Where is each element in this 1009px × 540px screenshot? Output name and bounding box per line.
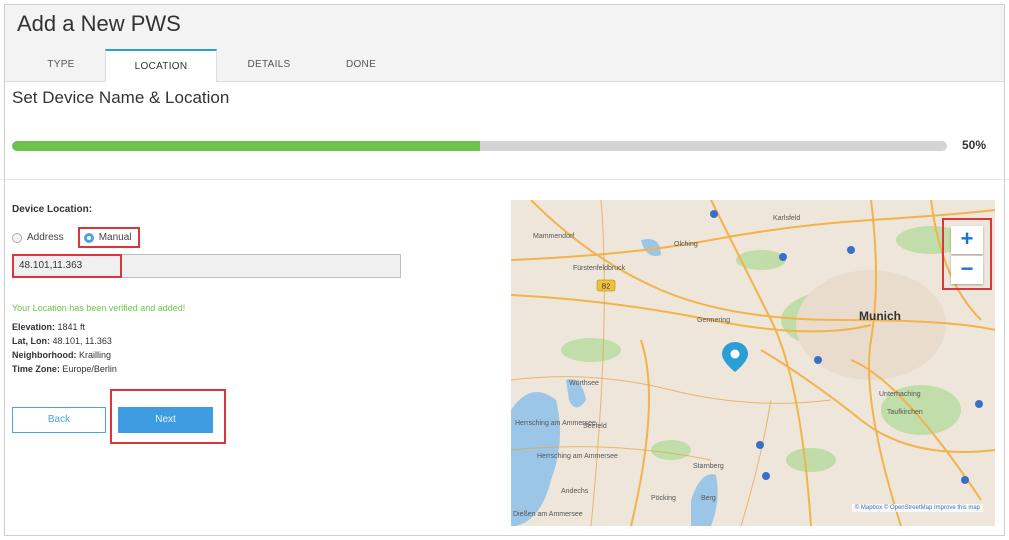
timezone-row: Time Zone: Europe/Berlin <box>12 362 117 376</box>
page-title: Add a New PWS <box>17 11 181 36</box>
map-label-starnberg: Starnberg <box>693 463 724 470</box>
zoom-out-button[interactable]: − <box>951 256 983 284</box>
neighborhood-row: Neighborhood: Krailling <box>12 348 117 362</box>
tab-type[interactable]: TYPE <box>17 49 105 81</box>
map-label-munich: Munich <box>859 309 901 323</box>
verified-message: Your Location has been verified and adde… <box>12 303 186 313</box>
map-label-woerthsee: Wörthsee <box>569 380 599 387</box>
map-label-mammendorf: Mammendorf <box>533 233 574 240</box>
progress-percent: 50% <box>962 138 987 152</box>
map-label-olching: Olching <box>674 241 698 248</box>
progress-fill <box>12 141 480 151</box>
map-label-seefeld: Seefeld <box>583 423 607 430</box>
map-label-fuerstenfeldbruck: Fürstenfeldbruck <box>573 265 626 272</box>
elevation-label: Elevation: <box>12 322 56 332</box>
tab-details[interactable]: DETAILS <box>217 49 321 81</box>
location-info: Elevation: 1841 ft Lat, Lon: 48.101, 11.… <box>12 320 117 376</box>
radio-manual-label: Manual <box>98 232 132 243</box>
back-button[interactable]: Back <box>12 407 106 433</box>
map-label-herrsching2: Herrsching am Ammersee <box>537 453 618 460</box>
map-label-unterhaching: Unterhaching <box>879 391 921 398</box>
radio-address-dot[interactable] <box>12 232 22 243</box>
map-canvas: B2 Karlsfeld Mammendorf Olching Fürstenf… <box>511 200 995 526</box>
map-label-diessen: Dießen am Ammersee <box>513 511 583 518</box>
tab-done[interactable]: DONE <box>321 49 401 81</box>
coordinates-value[interactable]: 48.101,11.363 <box>12 254 122 278</box>
section-title: Set Device Name & Location <box>12 88 230 107</box>
timezone-value: Europe/Berlin <box>62 364 117 374</box>
location-marker-icon <box>722 342 748 372</box>
latlon-label: Lat, Lon: <box>12 336 50 346</box>
map-label-pocking: Pöcking <box>651 495 676 502</box>
device-location-label: Device Location: <box>12 204 93 215</box>
location-mode-radios: Address Manual <box>12 227 140 248</box>
latlon-value: 48.101, 11.363 <box>52 336 112 346</box>
map-label-germering: Germering <box>697 317 730 324</box>
radio-address[interactable]: Address <box>12 232 64 243</box>
zoom-in-button[interactable]: + <box>951 226 983 254</box>
tab-location[interactable]: LOCATION <box>105 49 217 82</box>
location-map[interactable]: B2 Karlsfeld Mammendorf Olching Fürstenf… <box>511 200 995 526</box>
radio-manual-dot[interactable] <box>83 232 94 243</box>
divider <box>0 179 1009 180</box>
road-shield-label: B2 <box>602 284 611 291</box>
progress-bar <box>12 141 947 151</box>
latlon-row: Lat, Lon: 48.101, 11.363 <box>12 334 117 348</box>
elevation-row: Elevation: 1841 ft <box>12 320 117 334</box>
neighborhood-value: Krailling <box>79 350 112 360</box>
timezone-label: Time Zone: <box>12 364 60 374</box>
map-label-andechs: Andechs <box>561 488 589 495</box>
map-label-karlsfeld: Karlsfeld <box>773 215 800 222</box>
next-button[interactable]: Next <box>118 407 213 433</box>
map-label-taufkirchen: Taufkirchen <box>887 409 923 416</box>
elevation-value: 1841 ft <box>57 322 86 332</box>
radio-address-label: Address <box>27 232 64 243</box>
wizard-tabs: TYPE LOCATION DETAILS DONE <box>17 49 401 82</box>
radio-manual[interactable]: Manual <box>77 227 140 248</box>
neighborhood-label: Neighborhood: <box>12 350 77 360</box>
header: Add a New PWS TYPE LOCATION DETAILS DONE <box>5 5 1004 82</box>
map-label-berg: Berg <box>701 495 716 502</box>
map-attribution[interactable]: © Mapbox © OpenStreetMap Improve this ma… <box>851 504 983 512</box>
